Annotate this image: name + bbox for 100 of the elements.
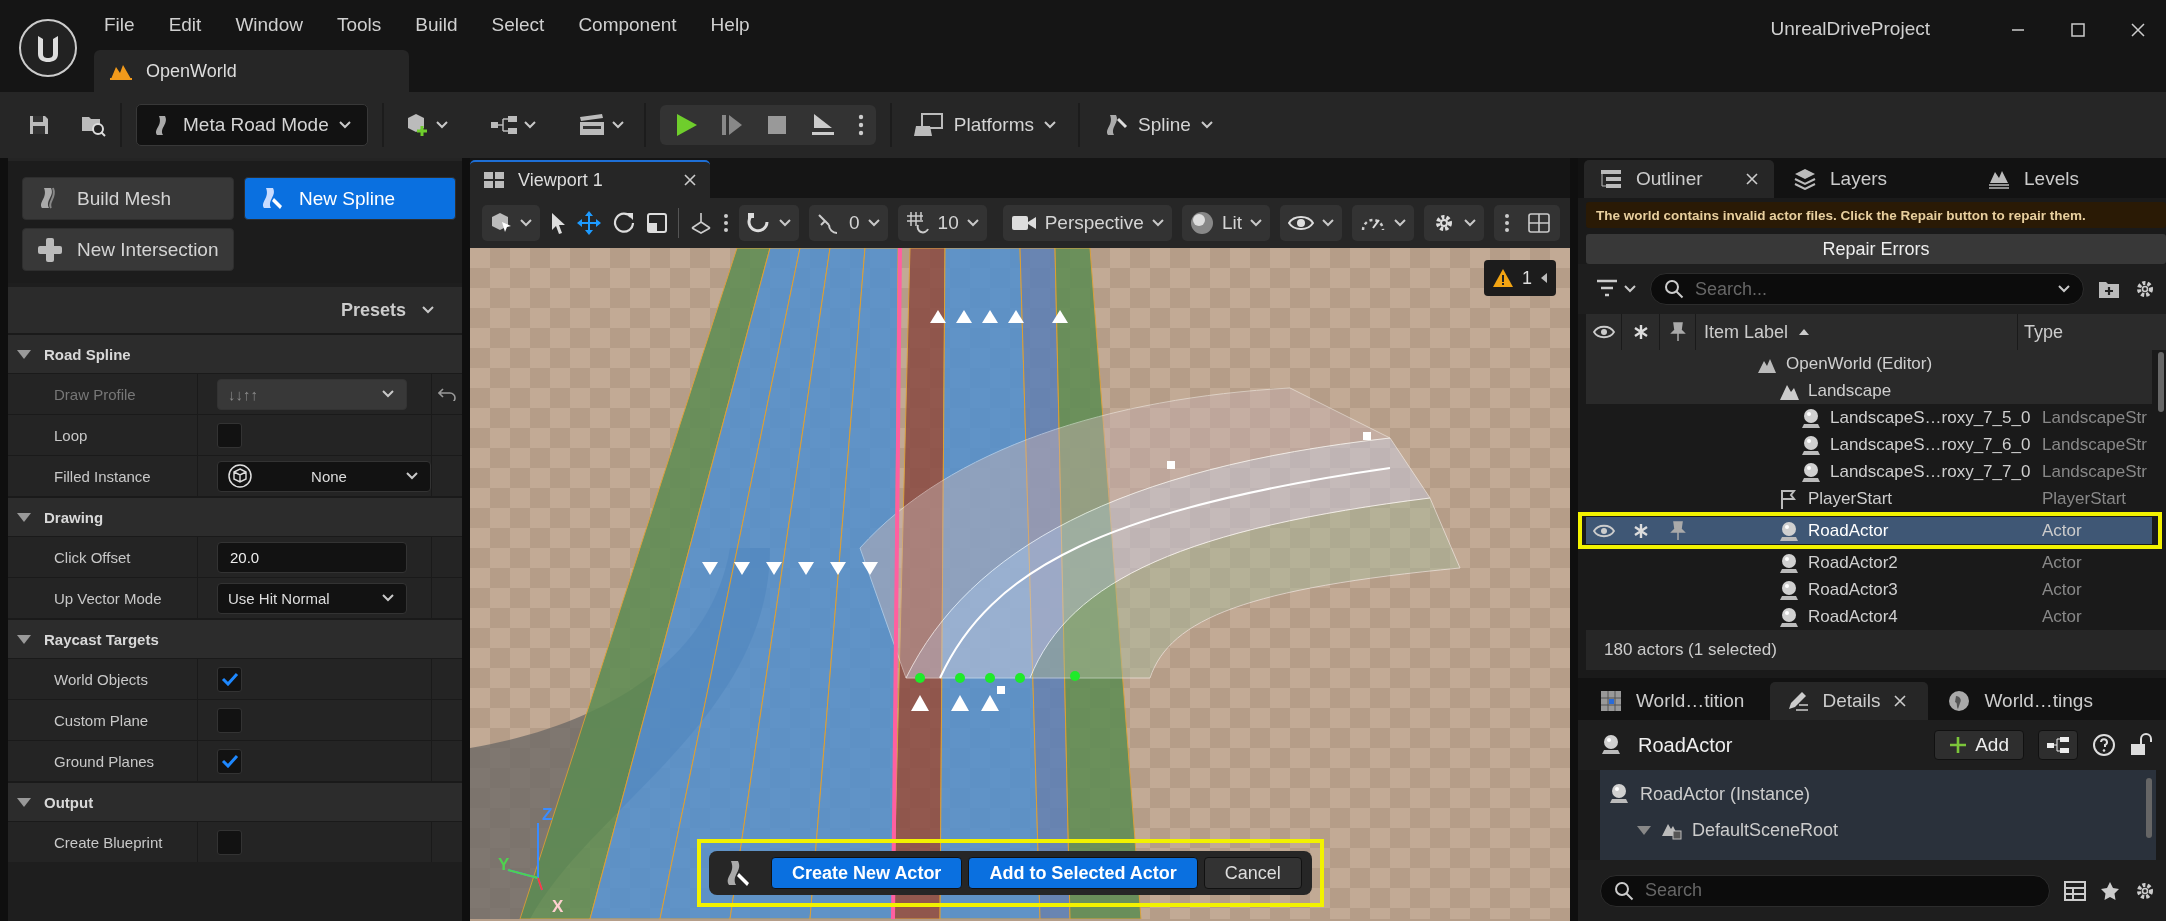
tool-button[interactable]: New Spline: [244, 177, 456, 220]
menu-item[interactable]: Build: [415, 14, 458, 36]
asset-picker[interactable]: None: [217, 460, 431, 492]
scale-icon[interactable]: [646, 212, 668, 234]
column-header[interactable]: Type: [2018, 314, 2166, 350]
component-row[interactable]: RoadActor (Instance): [1600, 776, 2156, 812]
panel-tab[interactable]: World…tition: [1584, 682, 1767, 720]
filter-dropdown[interactable]: [1596, 279, 1636, 299]
search-field[interactable]: Search...: [1650, 273, 2084, 305]
menu-item[interactable]: Window: [235, 14, 303, 36]
surface-snap-dropdown[interactable]: [739, 205, 799, 241]
panel-tab[interactable]: Details: [1770, 682, 1929, 720]
save-icon[interactable]: [28, 114, 50, 136]
checkbox[interactable]: [217, 707, 242, 733]
move-icon[interactable]: [576, 210, 602, 236]
combo-box[interactable]: Use Hit Normal: [217, 582, 407, 614]
close-icon[interactable]: [1746, 173, 1758, 185]
action-button[interactable]: Cancel: [1203, 857, 1302, 889]
menu-item[interactable]: Edit: [168, 14, 202, 36]
reset-arrow-icon[interactable]: [438, 387, 456, 401]
section-header[interactable]: Raycast Targets: [8, 618, 462, 658]
blueprint-nodes-icon[interactable]: [489, 114, 518, 136]
section-header[interactable]: Road Spline: [8, 333, 462, 373]
select-arrow-icon[interactable]: [550, 212, 566, 234]
menu-item[interactable]: Component: [578, 14, 677, 36]
level-tab[interactable]: OpenWorld: [94, 50, 409, 92]
star-icon[interactable]: [2100, 880, 2120, 901]
layout-grid-icon[interactable]: [1528, 213, 1550, 233]
more-icon[interactable]: [723, 213, 729, 233]
close-icon[interactable]: [684, 174, 696, 186]
select-mode-dropdown[interactable]: [482, 205, 540, 241]
settings-dropdown[interactable]: [1424, 205, 1484, 241]
presets-dropdown[interactable]: Presets: [340, 299, 434, 321]
platforms-dropdown[interactable]: Platforms: [905, 112, 1064, 138]
menu-item[interactable]: File: [104, 14, 135, 36]
tree-row[interactable]: RoadActor4 Actor: [1586, 603, 2152, 630]
tree-row[interactable]: LandscapeS…roxy_7_6_0 LandscapeStr: [1586, 431, 2152, 458]
menu-item[interactable]: Tools: [336, 14, 382, 36]
eject-icon[interactable]: [809, 112, 836, 138]
star-icon[interactable]: [1633, 522, 1649, 539]
checkbox[interactable]: [217, 748, 242, 774]
tree-row[interactable]: LandscapeS…roxy_7_7_0 LandscapeStr: [1586, 458, 2152, 485]
help-icon[interactable]: [2092, 733, 2116, 757]
checkbox[interactable]: [217, 422, 242, 448]
panel-tab[interactable]: Outliner: [1584, 160, 1774, 198]
tree-row[interactable]: RoadActor Actor: [1586, 517, 2152, 544]
add-component-button[interactable]: Add: [1934, 730, 2024, 760]
tool-button[interactable]: New Intersection: [22, 228, 234, 271]
eye-icon[interactable]: [1593, 522, 1615, 539]
number-field[interactable]: 20.0: [217, 541, 407, 573]
tree-row[interactable]: RoadActor3 Actor: [1586, 576, 2152, 603]
close-icon[interactable]: [1894, 695, 1907, 707]
action-button[interactable]: Add to Selected Actor: [968, 857, 1198, 889]
angle-snap-dropdown[interactable]: 0: [809, 205, 888, 241]
repair-errors-button[interactable]: Repair Errors: [1586, 234, 2166, 264]
checkbox[interactable]: [217, 666, 242, 692]
tree-row[interactable]: LandscapeS…roxy_7_5_0 LandscapeStr: [1586, 404, 2152, 431]
stop-icon[interactable]: [765, 114, 788, 136]
tree-row[interactable]: OpenWorld (Editor): [1586, 350, 2152, 377]
show-dropdown[interactable]: [1280, 205, 1342, 241]
rotate-icon[interactable]: [612, 211, 636, 235]
projection-dropdown[interactable]: Perspective: [1002, 205, 1172, 241]
table-icon[interactable]: [2064, 880, 2086, 901]
menu-item[interactable]: Select: [491, 14, 545, 36]
performance-dropdown[interactable]: [1352, 205, 1414, 241]
pin-icon[interactable]: [1670, 520, 1686, 541]
search-field[interactable]: Search: [1600, 874, 2050, 907]
tree-row[interactable]: RoadActor2 Actor: [1586, 549, 2152, 576]
section-header[interactable]: Output: [8, 781, 462, 821]
grid-snap-dropdown[interactable]: 10: [897, 205, 987, 241]
tree-row[interactable]: Landscape: [1586, 377, 2152, 404]
tool-button[interactable]: Build Mesh: [22, 177, 234, 220]
more-icon[interactable]: [857, 114, 864, 136]
maximize-icon[interactable]: [2070, 22, 2086, 38]
viewport-tab[interactable]: Viewport 1: [470, 160, 710, 198]
menu-item[interactable]: Help: [710, 14, 750, 36]
more-icon[interactable]: [1504, 213, 1510, 233]
add-folder-icon[interactable]: [2098, 279, 2120, 299]
section-header[interactable]: Drawing: [8, 496, 462, 536]
clapperboard-icon[interactable]: [577, 113, 606, 137]
world-axis-icon[interactable]: [689, 211, 713, 235]
warning-badge[interactable]: 1: [1484, 260, 1556, 296]
spline-dropdown[interactable]: Spline: [1094, 113, 1221, 137]
step-icon[interactable]: [719, 112, 744, 138]
scrollbar-thumb[interactable]: [2146, 778, 2152, 838]
view-mode-dropdown[interactable]: Lit: [1181, 205, 1270, 241]
component-row[interactable]: DefaultSceneRoot: [1600, 812, 2156, 848]
blueprint-button[interactable]: [2038, 730, 2078, 760]
checkbox[interactable]: [217, 829, 242, 855]
action-button[interactable]: Create New Actor: [771, 857, 963, 889]
unlocked-padlock-icon[interactable]: [2130, 733, 2152, 757]
mode-dropdown[interactable]: Meta Road Mode: [136, 104, 368, 146]
unreal-logo-icon[interactable]: [18, 18, 78, 78]
close-icon[interactable]: [2130, 22, 2146, 38]
panel-tab[interactable]: Layers: [1778, 160, 1968, 198]
panel-tab[interactable]: Levels: [1972, 160, 2162, 198]
panel-tab[interactable]: World…tings: [1932, 682, 2115, 720]
tree-row[interactable]: PlayerStart PlayerStart: [1586, 485, 2152, 512]
settings-icon[interactable]: [2134, 278, 2156, 300]
scrollbar-thumb[interactable]: [2158, 352, 2164, 412]
